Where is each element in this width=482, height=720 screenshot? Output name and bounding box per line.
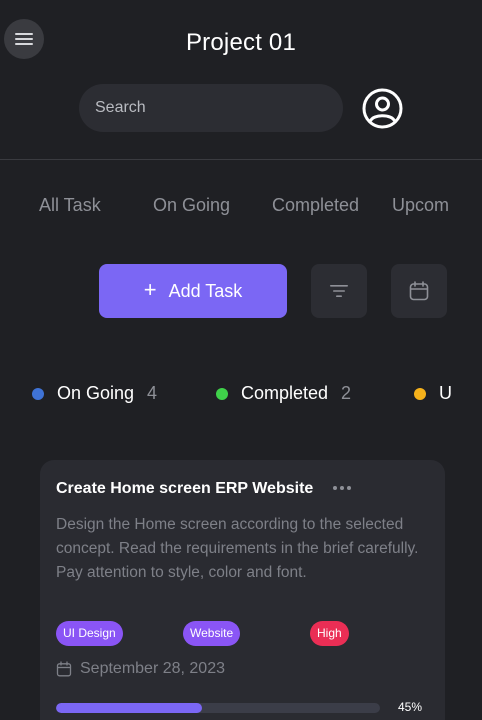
legend-label: U	[439, 383, 452, 403]
filter-icon	[330, 285, 348, 297]
status-dot-icon	[414, 387, 426, 400]
more-options-icon[interactable]	[331, 482, 353, 494]
project-screen: Project 01 All Task On Going Completed U…	[0, 0, 482, 720]
search-input[interactable]	[79, 84, 343, 132]
tag-priority-high: High	[310, 621, 349, 646]
legend-count: 4	[147, 383, 158, 403]
status-dot-icon	[32, 387, 44, 400]
progress-fill	[56, 703, 202, 713]
tag-ui-design: UI Design	[56, 621, 123, 646]
date-text: September 28, 2023	[80, 660, 225, 677]
add-task-label: Add Task	[168, 280, 243, 301]
tab-upcoming[interactable]: Upcom	[392, 195, 449, 216]
legend-label: Completed	[241, 383, 329, 403]
tag-website: Website	[183, 621, 241, 646]
legend-item-upcoming[interactable]: U	[414, 383, 452, 404]
legend-count: 2	[341, 383, 352, 403]
legend-item-completed[interactable]: Completed 2	[216, 383, 351, 404]
progress-percentage: 45%	[398, 700, 423, 714]
task-date: September 28, 2023	[56, 660, 225, 678]
legend-label: On Going	[57, 383, 135, 403]
task-title: Create Home screen ERP Website	[56, 480, 314, 497]
filter-button[interactable]	[311, 264, 367, 318]
page-title: Project 01	[185, 29, 297, 56]
add-task-button[interactable]: + Add Task	[99, 264, 287, 318]
calendar-button[interactable]	[391, 264, 447, 318]
calendar-icon	[409, 281, 429, 301]
header-divider	[0, 159, 482, 160]
task-tabs: All Task On Going Completed Upcom	[0, 195, 482, 219]
legend-item-on-going[interactable]: On Going 4	[32, 383, 157, 404]
calendar-icon	[56, 661, 72, 677]
tab-all-task[interactable]: All Task	[39, 195, 101, 216]
progress-bar	[56, 703, 380, 713]
task-description: Design the Home screen according to the …	[56, 516, 419, 581]
user-profile-icon[interactable]	[362, 88, 403, 129]
tab-completed[interactable]: Completed	[272, 195, 359, 216]
status-legend: On Going 4 Completed 2 U	[0, 383, 482, 407]
plus-icon: +	[143, 277, 157, 302]
status-dot-icon	[216, 387, 228, 400]
tab-on-going[interactable]: On Going	[153, 195, 230, 216]
task-card[interactable]: Create Home screen ERP Website Design th…	[40, 460, 445, 720]
